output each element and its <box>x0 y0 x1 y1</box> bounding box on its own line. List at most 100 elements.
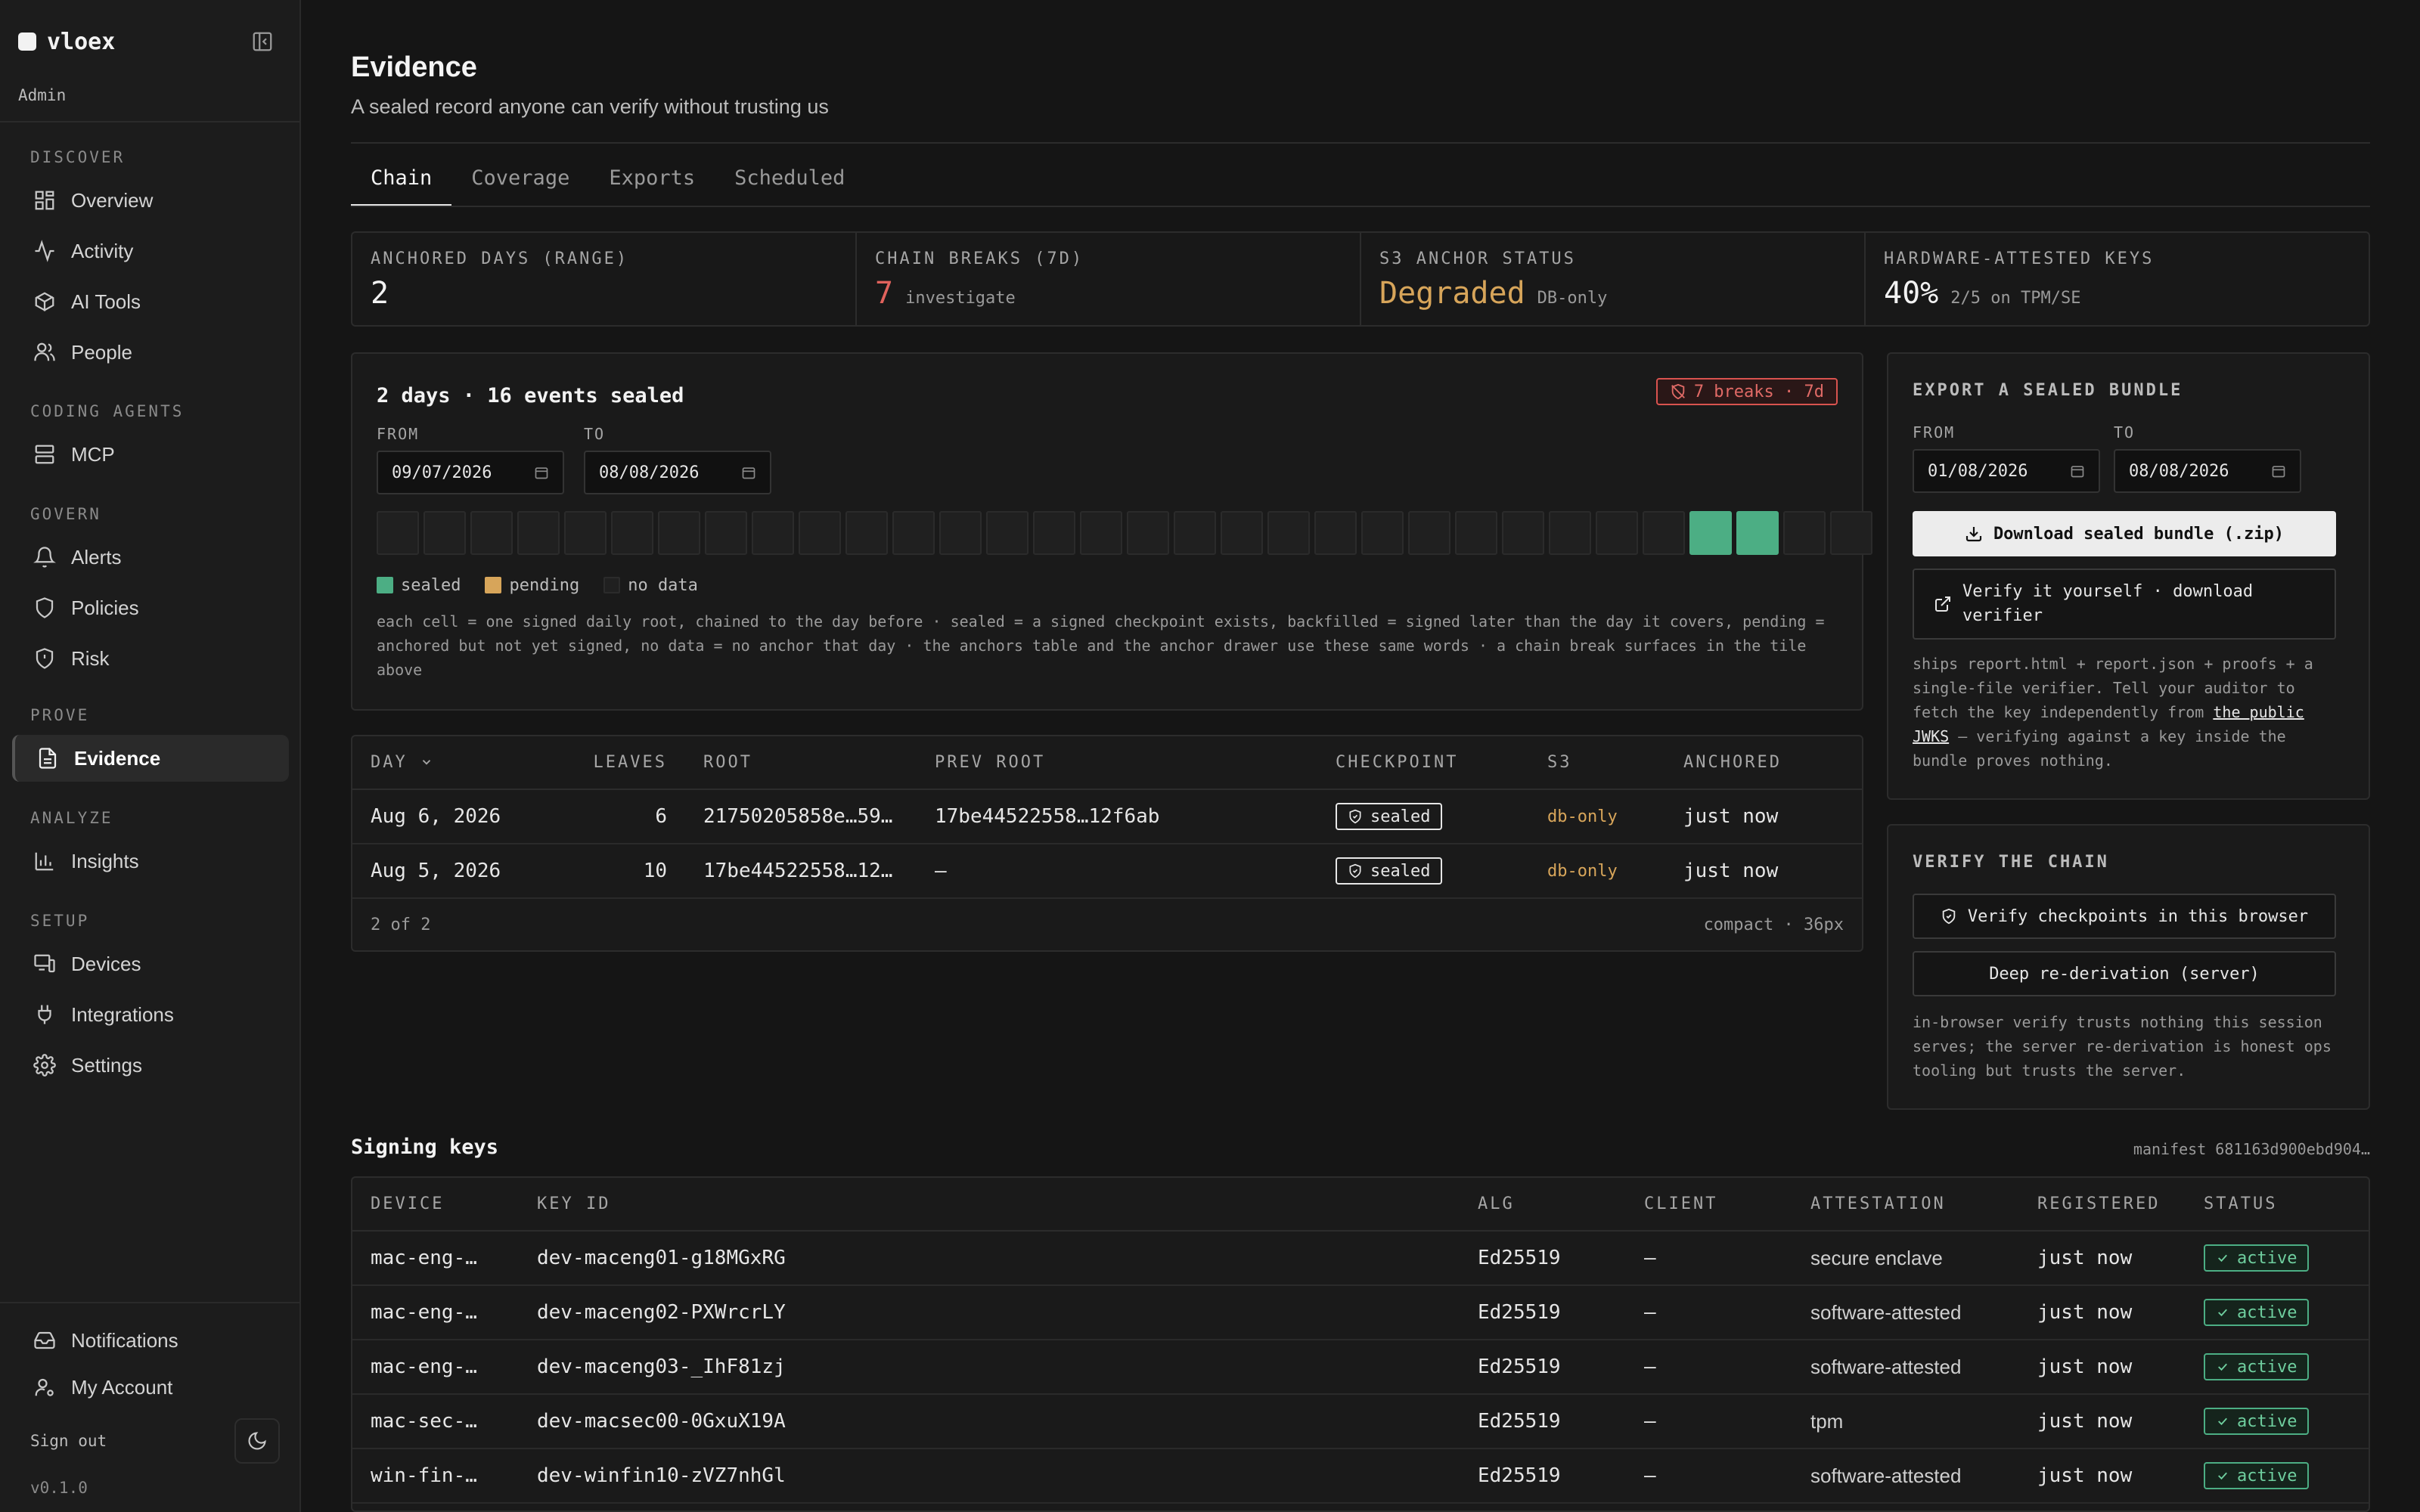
table-row[interactable]: mac-sec-… dev-macsec00-0GxuX19A Ed25519— tp… <box>352 1394 2369 1449</box>
nav-item-activity[interactable]: Activity <box>12 228 289 274</box>
nav-item-notifications[interactable]: Notifications <box>12 1317 289 1364</box>
column-day[interactable]: DAY <box>352 736 572 790</box>
nav-section-setup: SETUP <box>30 912 90 930</box>
deep-rederivation-button[interactable]: Deep re-derivation (server) <box>1913 951 2336 996</box>
export-from-date-input[interactable]: 01/08/2026 <box>1913 449 2100 493</box>
badge-label: active <box>2237 1411 2297 1431</box>
day-cell[interactable] <box>1689 511 1732 555</box>
column-checkpoint: CHECKPOINT <box>1317 736 1529 790</box>
day-cell[interactable] <box>799 511 841 555</box>
nav-item-policies[interactable]: Policies <box>12 584 289 631</box>
verify-in-browser-button[interactable]: Verify checkpoints in this browser <box>1913 894 2336 939</box>
tab-coverage[interactable]: Coverage <box>451 160 589 207</box>
user-gear-icon <box>35 1378 54 1396</box>
checkpoint-badge: sealed <box>1336 857 1443 885</box>
table-row[interactable]: Aug 6, 2026 6 21750205858e…59… 17be44522558… <box>352 789 1862 844</box>
day-cell[interactable] <box>1033 511 1075 555</box>
day-cell[interactable] <box>986 511 1028 555</box>
day-cell[interactable] <box>1267 511 1310 555</box>
day-cell[interactable] <box>611 511 653 555</box>
nav-item-my-account[interactable]: My Account <box>12 1364 289 1411</box>
day-cell[interactable] <box>1080 511 1122 555</box>
table-row[interactable]: mac-eng-… dev-maceng03-_IhF81zj Ed25519— so… <box>352 1340 2369 1395</box>
page-subtitle: A sealed record anyone can verify withou… <box>351 95 829 118</box>
tab-exports[interactable]: Exports <box>589 160 715 207</box>
cell-client: — <box>1626 1231 1792 1286</box>
nav-item-insights[interactable]: Insights <box>12 838 289 885</box>
day-cell[interactable] <box>377 511 419 555</box>
day-cell[interactable] <box>658 511 700 555</box>
day-cell[interactable] <box>1455 511 1497 555</box>
stat-chain-breaks[interactable]: CHAIN BREAKS (7D) 7 investigate <box>857 233 1361 325</box>
day-cell[interactable] <box>752 511 794 555</box>
table-row[interactable]: mac-eng-… dev-maceng02-PXWrcrLY Ed25519— so… <box>352 1285 2369 1340</box>
nav-item-evidence[interactable]: Evidence <box>12 735 289 782</box>
chain-from-date-input[interactable]: 09/07/2026 <box>377 451 564 494</box>
day-cell[interactable] <box>845 511 888 555</box>
day-cell[interactable] <box>564 511 607 555</box>
chain-to-date-input[interactable]: 08/08/2026 <box>584 451 771 494</box>
nav-item-risk[interactable]: Risk <box>12 635 289 682</box>
day-cell[interactable] <box>1596 511 1638 555</box>
export-title: EXPORT A SEALED BUNDLE <box>1913 381 2183 400</box>
nav-item-label: Policies <box>71 596 139 619</box>
cell-leaves: 6 <box>572 789 685 844</box>
day-cell[interactable] <box>939 511 982 555</box>
day-cell[interactable] <box>1408 511 1450 555</box>
legend-sealed: sealed <box>377 576 461 595</box>
sidebar-collapse-icon <box>253 32 272 51</box>
breaks-badge[interactable]: 7 breaks · 7d <box>1655 378 1838 405</box>
check-icon <box>2218 1363 2227 1371</box>
shield-check-icon <box>1349 863 1361 878</box>
day-cell[interactable] <box>705 511 747 555</box>
day-cell[interactable] <box>1127 511 1169 555</box>
download-verifier-button[interactable]: Verify it yourself · download verifier <box>1913 569 2336 640</box>
date-value: 09/07/2026 <box>392 463 492 482</box>
day-cell[interactable] <box>470 511 513 555</box>
density-toggle[interactable]: compact · 36px <box>1704 916 1844 934</box>
tab-bar: Chain Coverage Exports Scheduled <box>351 160 864 207</box>
collapse-sidebar-button[interactable] <box>250 29 275 54</box>
export-to-date-input[interactable]: 08/08/2026 <box>2114 449 2301 493</box>
cell-day: Aug 6, 2026 <box>352 789 572 844</box>
stats-strip: ANCHORED DAYS (RANGE) 2 CHAIN BREAKS (7D… <box>351 231 2370 327</box>
tab-chain[interactable]: Chain <box>351 160 452 207</box>
verify-panel: VERIFY THE CHAIN Verify checkpoints in t… <box>1887 824 2370 1110</box>
cell-client: — <box>1626 1285 1792 1340</box>
day-cell[interactable] <box>1783 511 1826 555</box>
nav-item-settings[interactable]: Settings <box>12 1042 289 1089</box>
table-row[interactable]: Aug 5, 2026 10 17be44522558…12… — sealed db-o… <box>352 844 1862 899</box>
table-row[interactable]: mac-eng-… dev-maceng01-g18MGxRG Ed25519— se… <box>352 1231 2369 1286</box>
nav-item-alerts[interactable]: Alerts <box>12 534 289 581</box>
day-cell[interactable] <box>1314 511 1357 555</box>
day-cell[interactable] <box>892 511 935 555</box>
nav-item-overview[interactable]: Overview <box>12 177 289 224</box>
day-cell[interactable] <box>1502 511 1544 555</box>
nav-item-integrations[interactable]: Integrations <box>12 991 289 1038</box>
table-header-row: DAY LEAVES ROOT PREV ROOT CHECKPOINT S3 … <box>352 736 1862 790</box>
nav-item-mcp[interactable]: MCP <box>12 431 289 478</box>
brand[interactable]: vloex <box>18 29 115 55</box>
nav-section-discover: DISCOVER <box>30 148 126 166</box>
table-row[interactable]: win-fin-… dev-winfin10-zVZ7nhGl Ed25519— so… <box>352 1448 2369 1504</box>
nav-item-devices[interactable]: Devices <box>12 940 289 987</box>
sign-out-link[interactable]: Sign out <box>30 1432 107 1450</box>
column-key-id: KEY ID <box>519 1178 1460 1232</box>
main-content: Evidence A sealed record anyone can veri… <box>301 0 2420 1512</box>
nav-item-people[interactable]: People <box>12 329 289 376</box>
day-cell[interactable] <box>1643 511 1685 555</box>
nav-item-ai-tools[interactable]: AI Tools <box>12 278 289 325</box>
day-cell[interactable] <box>1830 511 1872 555</box>
day-cell[interactable] <box>1174 511 1216 555</box>
day-cell[interactable] <box>1361 511 1404 555</box>
tab-scheduled[interactable]: Scheduled <box>715 160 864 207</box>
day-cell[interactable] <box>517 511 560 555</box>
day-cell[interactable] <box>424 511 466 555</box>
inbox-icon <box>34 1331 55 1349</box>
status-badge: active <box>2204 1353 2310 1380</box>
day-cell[interactable] <box>1549 511 1591 555</box>
download-bundle-button[interactable]: Download sealed bundle (.zip) <box>1913 511 2336 556</box>
theme-toggle-button[interactable] <box>234 1418 280 1464</box>
day-cell[interactable] <box>1736 511 1779 555</box>
day-cell[interactable] <box>1221 511 1263 555</box>
